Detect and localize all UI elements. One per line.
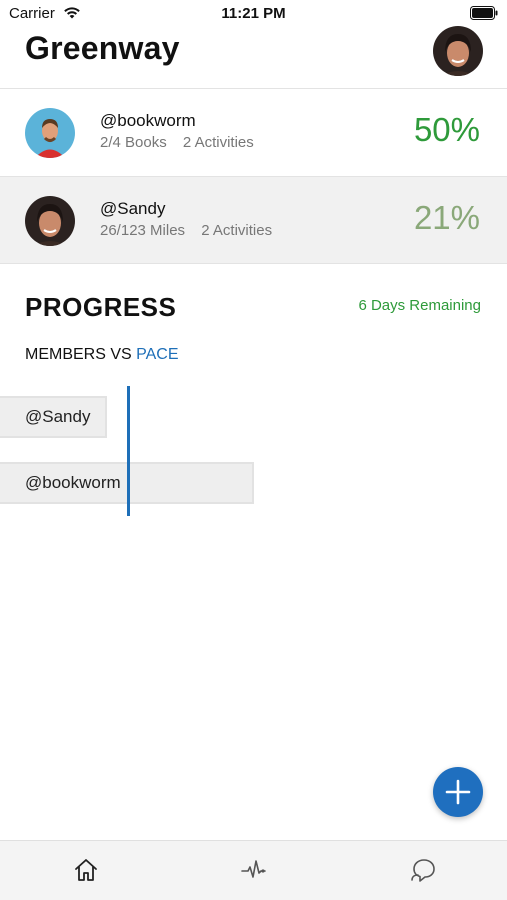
clock: 11:21 PM [221, 5, 286, 22]
chat-icon [411, 859, 435, 882]
member-percent: 21% [413, 199, 480, 236]
member-name: @Sandy [100, 199, 166, 218]
activity-icon [241, 860, 266, 878]
status-bar: Carrier 11:21 PM [0, 0, 507, 28]
pace-label: PACE [136, 346, 179, 363]
member-activities: 2 Activities [201, 222, 273, 239]
avatar [25, 196, 75, 246]
section-title: PROGRESS [25, 292, 177, 322]
battery-icon [470, 6, 498, 25]
member-activities: 2 Activities [182, 134, 254, 151]
bar-label: @bookworm [25, 473, 121, 492]
pace-line [127, 386, 130, 516]
bar-label: @Sandy [25, 407, 91, 426]
chart-subtitle-prefix: MEMBERS VS [25, 346, 137, 363]
chart-subtitle: MEMBERS VS PACE [25, 346, 179, 364]
progress-bar-sandy[interactable]: @Sandy [0, 396, 107, 438]
home-icon [75, 859, 97, 881]
member-progress: 26/123 Miles [100, 222, 186, 239]
days-remaining: 6 Days Remaining [358, 297, 481, 314]
add-button[interactable] [433, 767, 483, 817]
tab-activity[interactable] [239, 855, 269, 885]
page-title: Greenway [25, 30, 180, 66]
avatar [25, 108, 75, 158]
member-stats: 2/4 Books 2 Activities [100, 134, 254, 151]
member-row-bookworm[interactable]: @bookworm 2/4 Books 2 Activities 50% [0, 88, 507, 176]
tab-chat[interactable] [408, 855, 438, 885]
member-percent: 50% [413, 111, 480, 148]
tab-home[interactable] [71, 855, 101, 885]
member-stats: 26/123 Miles 2 Activities [100, 222, 272, 239]
member-row-sandy[interactable]: @Sandy 26/123 Miles 2 Activities 21% [0, 176, 507, 264]
member-progress: 2/4 Books [100, 134, 167, 151]
member-name: @bookworm [100, 111, 196, 130]
plus-icon [445, 779, 471, 805]
tab-bar [0, 840, 507, 900]
profile-avatar[interactable] [433, 26, 483, 76]
